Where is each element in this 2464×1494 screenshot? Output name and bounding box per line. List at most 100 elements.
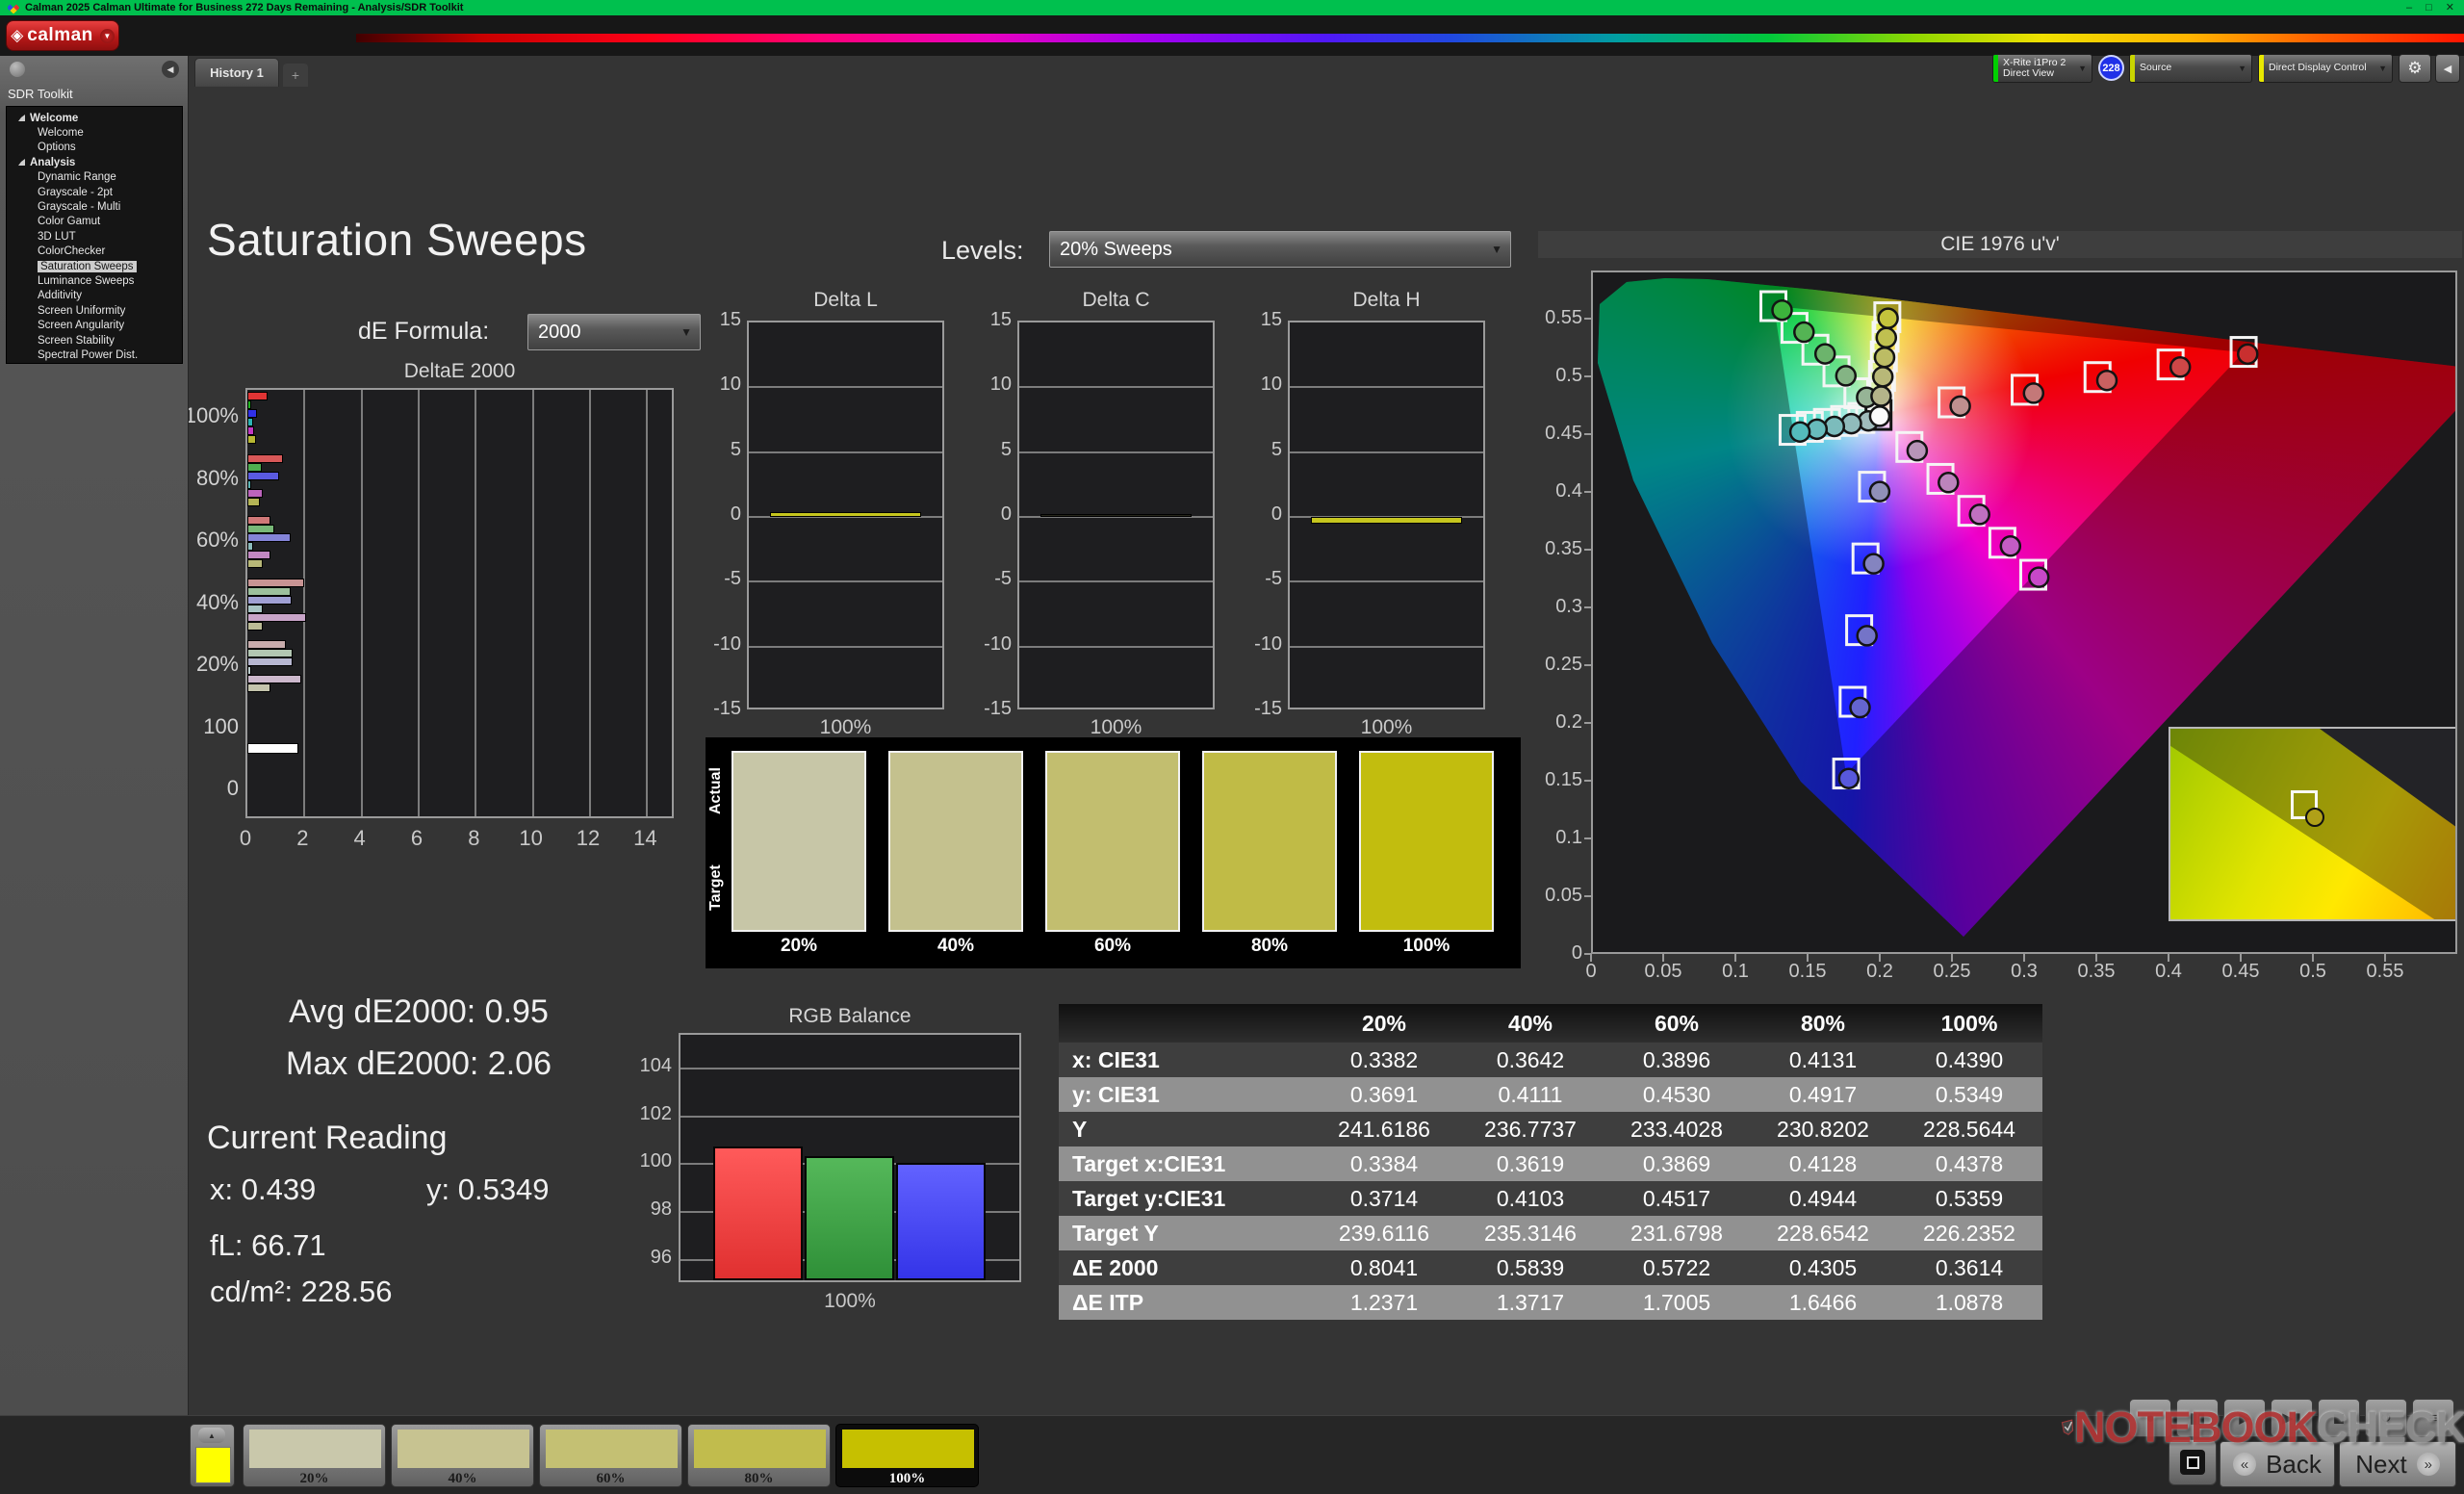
patch-color — [249, 1430, 381, 1468]
x-tick-label: 0.4 — [2155, 961, 2182, 982]
y-tick-label: 0.55 — [1545, 307, 1582, 329]
transport-button-6[interactable]: ≡ — [2412, 1399, 2454, 1437]
de-bar-yellow — [247, 435, 256, 444]
expander-icon[interactable] — [18, 159, 25, 167]
close-button[interactable]: ✕ — [2446, 0, 2454, 15]
patch-tile-80%[interactable]: 80% — [687, 1424, 831, 1487]
patch-preview-tile[interactable]: ▲ — [190, 1424, 235, 1487]
sidebar-item-color-gamut[interactable]: Color Gamut — [7, 215, 182, 229]
y-tick — [1584, 606, 1592, 609]
patch-tile-100%[interactable]: 100% — [835, 1424, 979, 1487]
inset-measured-marker — [2305, 808, 2324, 827]
sidebar-item-analysis[interactable]: Analysis — [7, 155, 182, 169]
sidebar-item-grayscale-multi[interactable]: Grayscale - Multi — [7, 199, 182, 214]
transport-button-3[interactable]: ▶▮ — [2271, 1399, 2313, 1437]
sweep-swatch-label: 80% — [1250, 936, 1289, 956]
display-control-selector[interactable]: Direct Display Control ▼ — [2258, 54, 2393, 83]
sidebar-collapse-button[interactable]: ◀ — [162, 61, 179, 78]
cie-measured-marker — [2027, 566, 2050, 588]
sidebar-item-screen-stability[interactable]: Screen Stability — [7, 333, 182, 348]
source-selector[interactable]: Source ▼ — [2129, 54, 2252, 83]
cie-chart-title: CIE 1976 u'v' — [1538, 231, 2462, 258]
levels-dropdown[interactable]: 20% Sweeps ▼ — [1049, 231, 1511, 268]
transport-button-0[interactable]: ● — [2129, 1399, 2171, 1437]
de-bar-yellow — [247, 621, 264, 631]
table-cell: 0.3619 — [1457, 1146, 1604, 1181]
y-tick-label: -10 — [1254, 632, 1282, 655]
table-cell: 1.0878 — [1896, 1285, 2042, 1320]
sidebar-item-spectral-power-dist-[interactable]: Spectral Power Dist. — [7, 348, 182, 362]
de-bar-yellow — [247, 497, 261, 506]
sidebar-item-3d-lut[interactable]: 3D LUT — [7, 229, 182, 244]
sidebar-item-luminance-sweeps[interactable]: Luminance Sweeps — [7, 273, 182, 288]
sidebar-item-options[interactable]: Options — [7, 141, 182, 155]
stop-button[interactable] — [2169, 1439, 2217, 1485]
sidebar-menu-icon[interactable] — [10, 62, 25, 77]
gridline — [680, 1115, 1019, 1118]
target-row-label: Target — [707, 864, 724, 911]
chevron-down-icon: ▼ — [2238, 64, 2246, 73]
sidebar-item-welcome[interactable]: Welcome — [7, 111, 182, 125]
table-cell: 0.5349 — [1896, 1077, 2042, 1112]
gear-icon[interactable]: ⚙ — [2399, 54, 2431, 83]
de-bar-yellow — [247, 683, 270, 692]
sidebar-item-additivity[interactable]: Additivity — [7, 289, 182, 303]
rgb-bar-blue — [896, 1162, 986, 1280]
menu-bar: ◈ calman ▼ — [0, 15, 2464, 56]
row-label: Target y:CIE31 — [1059, 1181, 1311, 1216]
gridline — [360, 390, 363, 816]
gridline — [1019, 386, 1213, 389]
sweep-swatch-40% — [888, 751, 1023, 932]
transport-button-4[interactable]: ◼ — [2318, 1399, 2360, 1437]
deltae2000-chart: DeltaE 2000 100% 80% 60% 40% 20% 100 0 0 2 4 6 8 10… — [183, 358, 703, 863]
y-tick — [1584, 318, 1592, 321]
transport-button-5[interactable]: ↺ — [2365, 1399, 2407, 1437]
tab-history-1[interactable]: History 1 — [194, 58, 279, 87]
sidebar-item-dynamic-range[interactable]: Dynamic Range — [7, 170, 182, 185]
collapse-panel-button[interactable]: ◀ — [2435, 54, 2460, 83]
back-button[interactable]: « Back — [2220, 1441, 2335, 1487]
y-tick-label: 0.05 — [1545, 885, 1582, 907]
maximize-button[interactable]: □ — [2426, 0, 2432, 15]
rainbow-stripe — [356, 34, 2464, 42]
minimize-button[interactable]: – — [2406, 0, 2412, 15]
cie-measured-marker — [2169, 356, 2192, 378]
x-tick-label: 6 — [410, 826, 424, 850]
meter-reading-badge: 228 — [2098, 55, 2124, 81]
calman-menu-button[interactable]: ◈ calman ▼ — [6, 20, 119, 51]
chevron-down-icon: ▼ — [1491, 243, 1502, 256]
x-tick-label: 2 — [296, 826, 309, 850]
meter-selector[interactable]: X-Rite i1Pro 2 Direct View ▼ — [1992, 54, 2092, 83]
y-tick-label: 0.35 — [1545, 538, 1582, 560]
de-formula-dropdown[interactable]: 2000 ▼ — [527, 314, 701, 350]
sidebar-item-screen-angularity[interactable]: Screen Angularity — [7, 318, 182, 332]
up-arrow-icon[interactable]: ▲ — [198, 1428, 225, 1443]
add-tab-button[interactable]: + — [283, 64, 308, 87]
rgb-balance-chart: RGB Balance 100% 104 102 100 98 96 — [616, 1003, 1030, 1313]
patch-label: 20% — [299, 1471, 329, 1486]
patch-tile-60%[interactable]: 60% — [539, 1424, 682, 1487]
x-tick-label: 0.35 — [2077, 961, 2116, 982]
y-tick-label: 10 — [1260, 374, 1282, 396]
de-formula-value: 2000 — [538, 321, 581, 343]
expander-icon[interactable] — [18, 115, 25, 122]
sidebar-item-grayscale-2pt[interactable]: Grayscale - 2pt — [7, 185, 182, 199]
gridline — [646, 390, 649, 816]
y-tick-label: 0 — [226, 776, 239, 800]
de-bar-blue — [247, 409, 258, 418]
patch-tile-40%[interactable]: 40% — [391, 1424, 534, 1487]
table-cell: 231.6798 — [1604, 1216, 1750, 1250]
transport-button-1[interactable]: ▮▮ — [2176, 1399, 2219, 1437]
sidebar-item-screen-uniformity[interactable]: Screen Uniformity — [7, 303, 182, 318]
next-button[interactable]: Next » — [2339, 1441, 2456, 1487]
table-cell: 0.3614 — [1896, 1250, 2042, 1285]
transport-button-2[interactable]: ▶ — [2223, 1399, 2266, 1437]
sidebar-item-welcome[interactable]: Welcome — [7, 125, 182, 140]
x-tick-label: 0 — [239, 826, 252, 850]
sidebar-item-saturation-sweeps[interactable]: Saturation Sweeps — [7, 259, 182, 273]
sidebar-item-colorchecker[interactable]: ColorChecker — [7, 245, 182, 259]
table-cell: 233.4028 — [1604, 1112, 1750, 1146]
patch-label: 100% — [888, 1471, 926, 1486]
patch-tile-20%[interactable]: 20% — [243, 1424, 386, 1487]
deltae2000-plot — [245, 388, 674, 818]
